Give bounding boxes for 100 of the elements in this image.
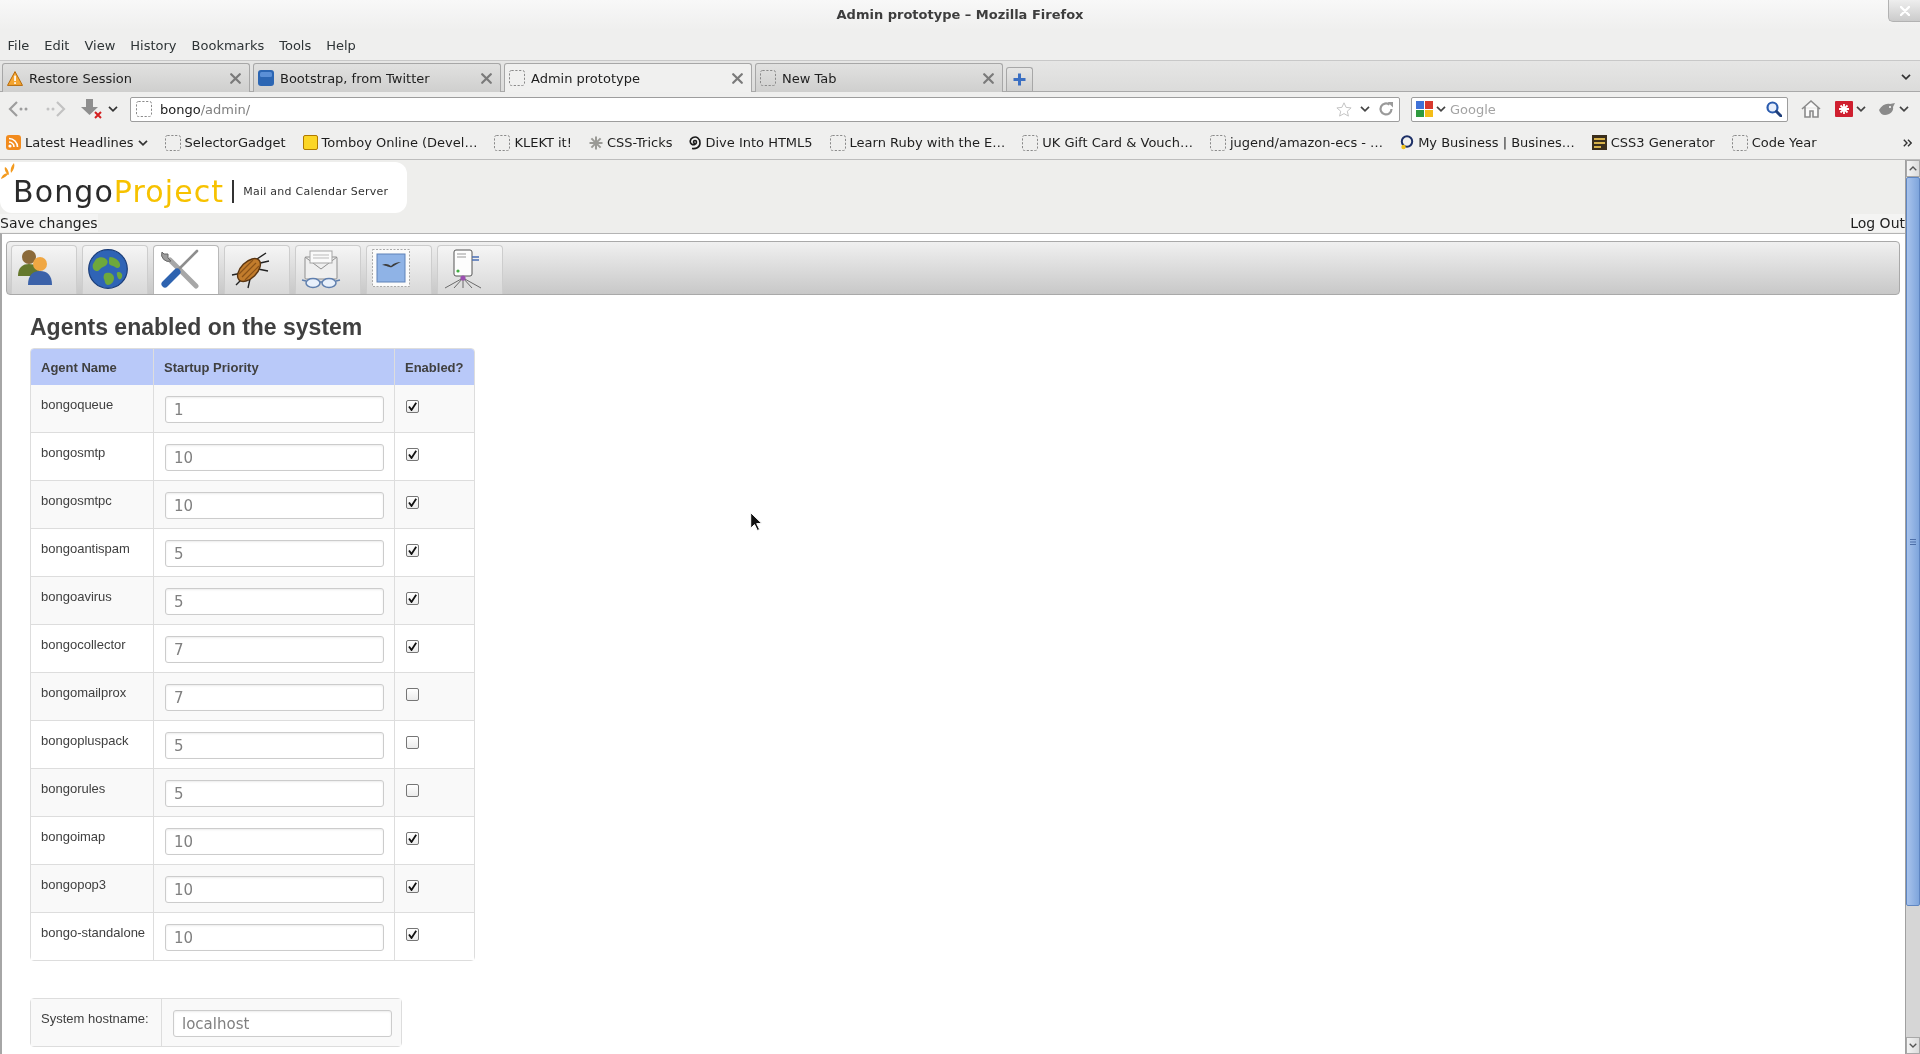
save-changes-link[interactable]: Save changes [0, 214, 98, 232]
enabled-checkbox[interactable] [406, 400, 419, 413]
priority-field[interactable]: 1 [165, 396, 384, 423]
bookmark-item[interactable]: CSS-Tricks [588, 135, 673, 150]
new-tab-button[interactable] [1006, 67, 1033, 91]
page-icon [164, 134, 181, 151]
section-tab[interactable] [153, 245, 219, 294]
bookmark-item[interactable]: KLEKT it! [494, 134, 572, 151]
bookmark-item[interactable]: Learn Ruby with the E… [829, 134, 1006, 151]
priority-field[interactable]: 7 [165, 636, 384, 663]
browser-tab[interactable]: Restore Session [2, 63, 250, 92]
bookmark-item[interactable]: CSS3 Generator [1591, 135, 1715, 150]
download-icon[interactable] [80, 99, 102, 119]
bookmark-item[interactable]: SelectorGadget [164, 134, 286, 151]
note-icon [302, 135, 318, 150]
chevron-down-icon[interactable] [1856, 106, 1866, 112]
envelope-glasses-icon [301, 249, 341, 289]
priority-field[interactable]: 5 [165, 588, 384, 615]
priority-field[interactable]: 10 [165, 492, 384, 519]
star-icon[interactable] [1336, 101, 1352, 117]
column-header: Agent Name [31, 349, 153, 385]
table-cell: bongorules [31, 768, 153, 816]
bookmark-item[interactable]: UK Gift Card & Vouch… [1022, 134, 1193, 151]
menu-item[interactable]: Help [318, 34, 364, 56]
window-title: Admin prototype – Mozilla Firefox [836, 7, 1084, 23]
menu-item[interactable]: Bookmarks [184, 34, 272, 56]
enabled-checkbox[interactable] [406, 928, 419, 941]
warning-icon [7, 70, 23, 86]
more-bookmarks-button[interactable] [1901, 136, 1914, 149]
bookmark-item[interactable]: Tomboy Online (Devel… [302, 135, 478, 150]
bookmark-item[interactable]: Latest Headlines [6, 135, 148, 150]
bookmark-item[interactable]: jugend/amazon-ecs - … [1209, 134, 1384, 151]
enabled-checkbox[interactable] [406, 736, 419, 749]
scrollbar-thumb[interactable] [1906, 177, 1920, 906]
close-icon[interactable] [983, 72, 994, 84]
menu-item[interactable]: Tools [271, 34, 319, 56]
column-header: Enabled? [394, 349, 474, 385]
priority-field[interactable]: 5 [165, 732, 384, 759]
priority-field[interactable]: 10 [165, 444, 384, 471]
close-icon[interactable] [481, 72, 492, 84]
enabled-checkbox[interactable] [406, 832, 419, 845]
section-tab[interactable] [11, 245, 77, 294]
log-out-link[interactable]: Log Out [1850, 214, 1905, 232]
priority-field[interactable]: 7 [165, 684, 384, 711]
search-icon[interactable] [1766, 100, 1782, 117]
address-field[interactable]: bongo/admin/ [130, 96, 1400, 122]
enabled-checkbox[interactable] [406, 640, 419, 653]
asterisk-tile-icon[interactable] [1835, 101, 1853, 117]
priority-field[interactable]: 5 [165, 780, 384, 807]
bookmark-item[interactable]: Dive Into HTML5 [689, 135, 813, 150]
chevron-down-icon [1909, 1043, 1917, 1048]
swirl-icon [689, 135, 702, 150]
browser-tab[interactable]: Bootstrap, from Twitter [253, 63, 501, 92]
page-icon [1022, 134, 1039, 151]
chevron-down-icon[interactable] [108, 106, 118, 112]
enabled-checkbox[interactable] [406, 496, 419, 509]
home-icon[interactable] [1800, 99, 1822, 119]
close-icon[interactable] [732, 72, 743, 84]
menu-item[interactable]: File [0, 34, 37, 56]
striped-tile-icon [1591, 135, 1607, 150]
url-text: bongo/admin/ [160, 101, 251, 117]
browser-tab[interactable]: Admin prototype [504, 63, 752, 92]
scroll-up-button[interactable] [1906, 160, 1920, 177]
logo-text: Project [113, 173, 225, 209]
scroll-down-button[interactable] [1906, 1037, 1920, 1054]
enabled-checkbox[interactable] [406, 688, 419, 701]
table-cell: bongomailprox [31, 672, 153, 720]
enabled-checkbox[interactable] [406, 544, 419, 557]
chevron-down-icon[interactable] [1436, 105, 1446, 112]
chevron-down-icon[interactable] [1360, 106, 1370, 112]
enabled-checkbox[interactable] [406, 448, 419, 461]
page-icon [494, 134, 511, 151]
enabled-checkbox[interactable] [406, 784, 419, 797]
priority-field[interactable]: 10 [165, 828, 384, 855]
browser-tab[interactable]: New Tab [755, 63, 1003, 92]
chevron-down-icon[interactable] [1899, 106, 1909, 112]
priority-field[interactable]: 10 [165, 924, 384, 951]
checkmark-icon [408, 834, 417, 843]
table-cell: bongoqueue [31, 385, 153, 432]
close-icon [1899, 5, 1910, 16]
table-cell: bongopop3 [31, 864, 153, 912]
hostname-field[interactable]: localhost [173, 1010, 392, 1037]
enabled-checkbox[interactable] [406, 880, 419, 893]
bookmark-item[interactable]: Code Year [1731, 134, 1817, 151]
reload-icon[interactable] [1378, 101, 1394, 117]
menu-item[interactable]: View [76, 34, 123, 56]
close-icon[interactable] [230, 72, 241, 84]
enabled-checkbox[interactable] [406, 592, 419, 605]
color-squares-icon[interactable] [1416, 100, 1433, 117]
menu-item[interactable]: History [122, 34, 185, 56]
search-field[interactable]: Google [1411, 96, 1788, 122]
section-tab[interactable] [224, 245, 290, 294]
page-icon [829, 134, 846, 151]
priority-field[interactable]: 5 [165, 540, 384, 567]
section-tab[interactable] [82, 245, 148, 294]
tile-icon [258, 70, 274, 86]
menu-item[interactable]: Edit [36, 34, 77, 56]
priority-field[interactable]: 10 [165, 876, 384, 903]
bookmark-item[interactable]: My Business | Busines… [1400, 135, 1575, 150]
scrollbar[interactable] [1905, 160, 1920, 1054]
